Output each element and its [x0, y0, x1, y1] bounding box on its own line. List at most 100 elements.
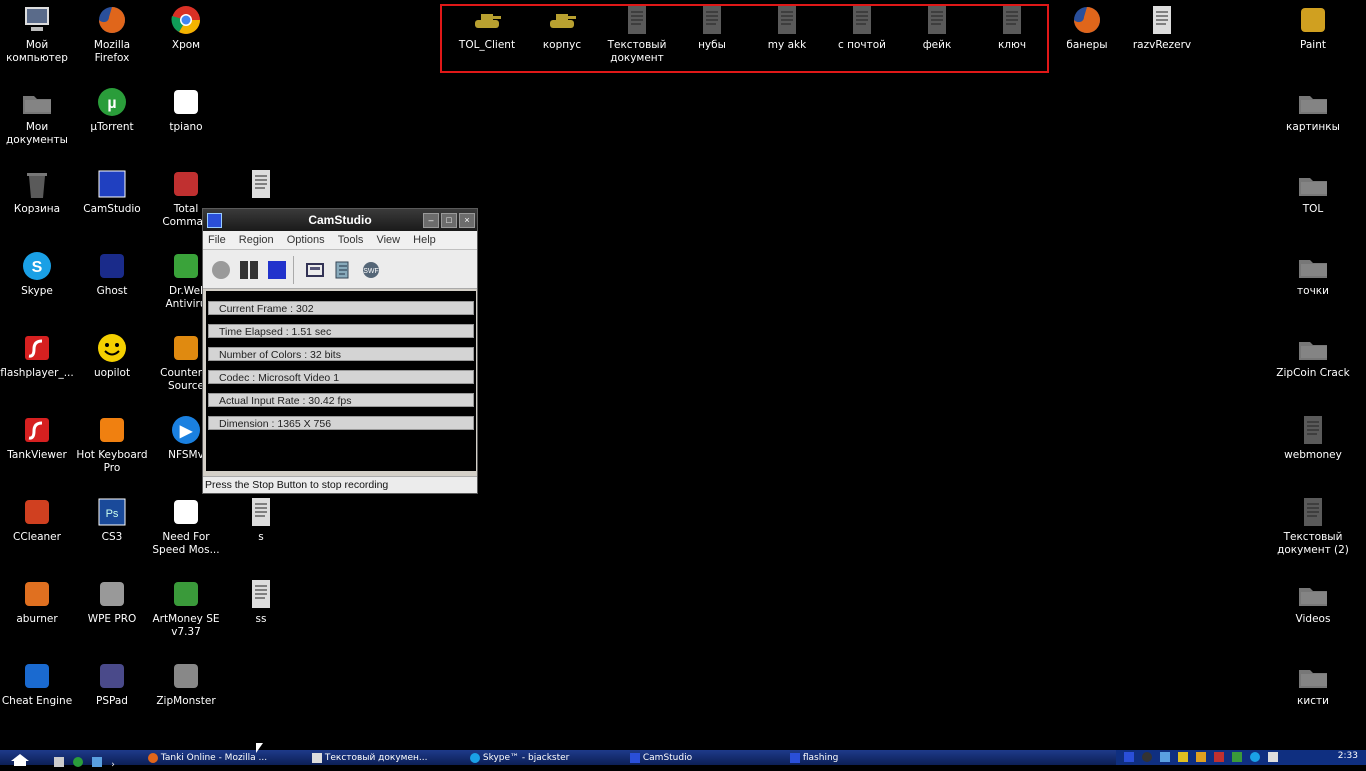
region-button[interactable] [305, 260, 325, 280]
menu-view[interactable]: View [371, 231, 405, 246]
folder-tray-icon[interactable] [1178, 752, 1188, 762]
desktop-shortcut[interactable]: Ps CS3 [75, 492, 149, 544]
desktop-shortcut[interactable]: Need For Speed Mos... [149, 492, 223, 557]
shortcut-label: Skype [21, 285, 53, 297]
menu-bar: File Region Options Tools View Help [203, 231, 477, 250]
display-icon[interactable] [1268, 752, 1278, 762]
folder-icon [1297, 660, 1329, 692]
region-icon [306, 263, 324, 277]
home-icon [11, 754, 29, 766]
desktop-shortcut[interactable]: razvRezerv [1125, 0, 1199, 52]
desktop-shortcut[interactable]: Корзина [0, 164, 74, 216]
taskbar-button-camstudio[interactable]: CamStudio [630, 752, 770, 765]
taskbar-button-notepad[interactable]: Текстовый докумен... [312, 752, 457, 765]
desktop-shortcut[interactable]: tpiano [149, 82, 223, 134]
desktop-shortcut[interactable]: µ µTorrent [75, 82, 149, 134]
desktop-shortcut[interactable]: Mozilla Firefox [75, 0, 149, 65]
desktop-shortcut[interactable]: кисти [1276, 656, 1350, 708]
menu-region[interactable]: Region [234, 231, 279, 246]
ghost-icon [96, 250, 128, 282]
desktop-shortcut[interactable]: CCleaner [0, 492, 74, 544]
stop-icon [268, 261, 286, 279]
camstudio-titlebar[interactable]: CamStudio – □ × [203, 209, 477, 231]
folder-icon [1297, 250, 1329, 282]
record-icon [212, 261, 230, 279]
stat-number-of-colors: Number of Colors : 32 bits [208, 347, 474, 361]
desktop-shortcut[interactable]: flashplayer_... [0, 328, 74, 380]
system-tray: 2:33 [1116, 750, 1366, 765]
desktop-shortcut[interactable]: S Skype [0, 246, 74, 298]
shortcut-label: ZipCoin Crack [1276, 367, 1350, 379]
taskbar-button-firefox[interactable]: Tanki Online - Mozilla ... [148, 752, 298, 765]
desktop-shortcut[interactable]: ArtMoney SE v7.37 [149, 574, 223, 639]
desktop-shortcut[interactable]: ZipCoin Crack [1276, 328, 1350, 380]
desktop-shortcut[interactable]: PSPad [75, 656, 149, 708]
menu-help[interactable]: Help [408, 231, 441, 246]
minimize-button[interactable]: – [423, 213, 439, 228]
desktop-shortcut[interactable]: uopilot [75, 328, 149, 380]
ie-icon[interactable] [92, 757, 103, 767]
desktop-shortcut[interactable] [224, 164, 298, 203]
desktop-shortcut[interactable]: Cheat Engine [0, 656, 74, 708]
svg-text:S: S [32, 259, 43, 276]
network-icon[interactable] [1142, 752, 1152, 762]
shortcut-label: Ghost [96, 285, 128, 297]
desktop-shortcut[interactable]: точки [1276, 246, 1350, 298]
desktop-shortcut[interactable]: Мои документы [0, 82, 74, 147]
desktop-shortcut[interactable]: Paint [1276, 0, 1350, 52]
shortcut-label: razvRezerv [1132, 39, 1192, 51]
annotate-button[interactable] [333, 260, 353, 280]
record-button[interactable] [211, 260, 231, 280]
show-desktop-icon[interactable] [54, 757, 64, 767]
camstudio-tray-icon[interactable] [1214, 752, 1224, 762]
skype-icon: S [21, 250, 53, 282]
desktop-shortcut[interactable]: WPE PRO [75, 574, 149, 626]
drweb-icon [170, 250, 202, 282]
camstudio-window[interactable]: CamStudio – □ × File Region Options Tool… [202, 208, 478, 494]
stat-input-rate: Actual Input Rate : 30.42 fps [208, 393, 474, 407]
desktop-shortcut[interactable]: aburner [0, 574, 74, 626]
start-button[interactable] [10, 751, 30, 766]
desktop-shortcut[interactable]: ss [224, 574, 298, 626]
menu-file[interactable]: File [203, 231, 231, 246]
antivirus-icon[interactable] [1232, 752, 1242, 762]
utorrent-icon[interactable] [73, 757, 84, 767]
desktop-shortcut[interactable]: Videos [1276, 574, 1350, 626]
close-button[interactable]: × [459, 213, 475, 228]
shortcut-label: картинкы [1286, 121, 1340, 133]
desktop-shortcut[interactable]: Текстовый документ (2) [1276, 492, 1350, 557]
taskbar-button-skype[interactable]: Skype™ - bjackster [470, 752, 615, 765]
pause-button[interactable] [239, 260, 259, 280]
desktop-shortcut[interactable]: картинкы [1276, 82, 1350, 134]
language-icon[interactable] [1124, 752, 1134, 762]
notes-icon[interactable] [1196, 752, 1206, 762]
maximize-button[interactable]: □ [441, 213, 457, 228]
desktop-shortcut[interactable]: Хром [149, 0, 223, 52]
menu-options[interactable]: Options [282, 231, 330, 246]
desktop-shortcut[interactable]: s [224, 492, 298, 544]
desktop-shortcut[interactable]: Мой компьютер [0, 0, 74, 65]
desktop-shortcut[interactable]: Hot Keyboard Pro [75, 410, 149, 475]
volume-icon[interactable] [1160, 752, 1170, 762]
clock[interactable]: 2:33 [1338, 751, 1358, 761]
shortcut-label: ArtMoney SE v7.37 [152, 613, 220, 638]
shortcut-label: uopilot [93, 367, 131, 379]
stop-button[interactable] [267, 260, 287, 280]
desktop-shortcut[interactable]: банеры [1050, 0, 1124, 52]
smiley-icon [96, 332, 128, 364]
chevron-right-icon[interactable]: › [111, 760, 115, 770]
skype-tray-icon[interactable] [1250, 752, 1260, 762]
desktop-shortcut[interactable]: TankViewer [0, 410, 74, 462]
document-icon [245, 578, 277, 610]
menu-tools[interactable]: Tools [333, 231, 369, 246]
swf-button[interactable]: SWF [361, 260, 381, 280]
pause-icon [240, 261, 258, 279]
shortcut-label: точки [1297, 285, 1329, 297]
desktop-shortcut[interactable]: Ghost [75, 246, 149, 298]
desktop-shortcut[interactable]: webmoney [1276, 410, 1350, 462]
desktop-shortcut[interactable]: CamStudio [75, 164, 149, 216]
desktop-shortcut[interactable]: TOL [1276, 164, 1350, 216]
shortcut-label: tpiano [169, 121, 203, 133]
desktop-shortcut[interactable]: ZipMonster [149, 656, 223, 708]
taskbar-button-flashing[interactable]: flashing [790, 752, 930, 765]
